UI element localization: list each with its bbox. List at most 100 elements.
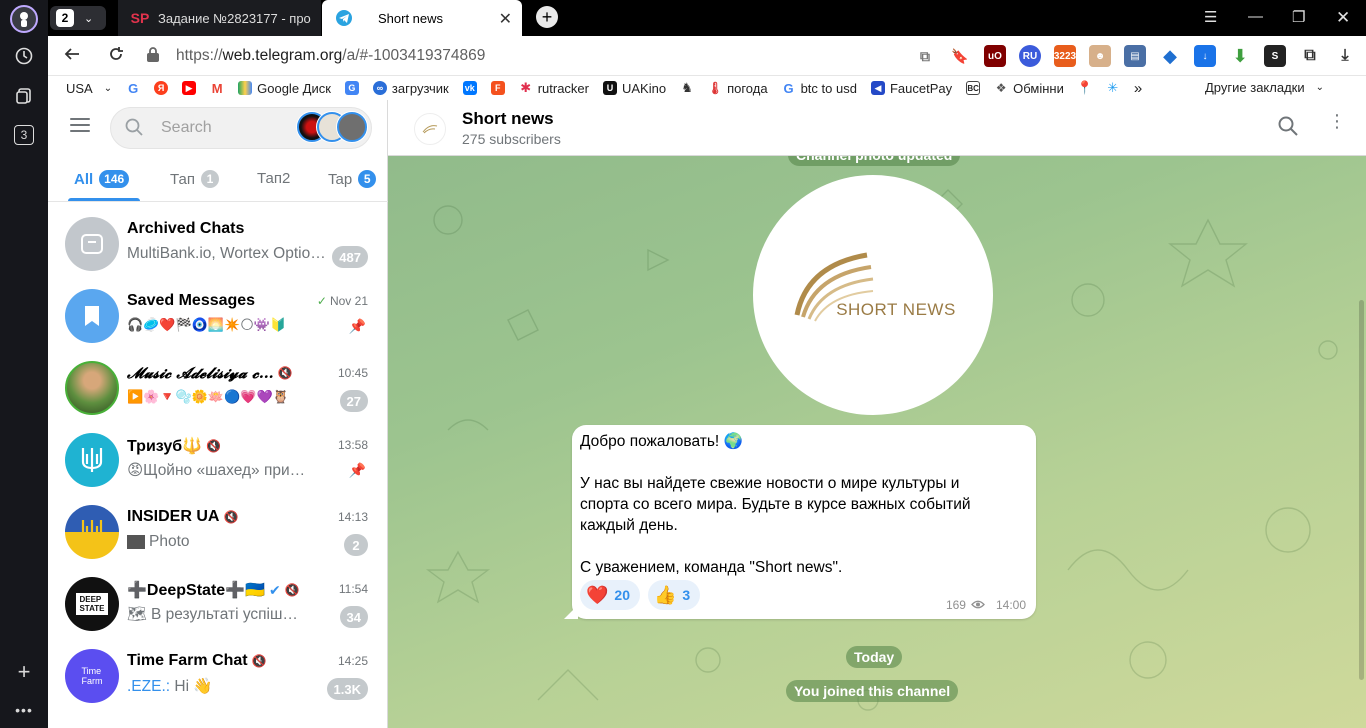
green-download-icon[interactable]: ⬇ xyxy=(1229,45,1251,67)
tab-zadanie[interactable]: SP Задание №2823177 - про xyxy=(118,0,322,36)
chat-preview: 🗺 В результаті успіш… xyxy=(127,606,298,623)
other-bookmarks[interactable]: Другие закладки ⌄ xyxy=(1205,80,1324,95)
bookmark-google[interactable]: G xyxy=(126,81,140,96)
copy-tab-icon[interactable]: ⧉ xyxy=(914,45,936,67)
menu-icon[interactable]: ☰ xyxy=(1204,8,1217,26)
channel-header[interactable]: Short news 275 subscribers ⋮ xyxy=(388,100,1366,156)
extension-diamond-icon[interactable]: ◆ xyxy=(1159,45,1181,67)
bookmark-gmail[interactable]: M xyxy=(210,81,224,96)
collections-icon[interactable] xyxy=(12,84,36,108)
post-meta: 169 14:00 xyxy=(946,598,1026,612)
bookmark-uakino[interactable]: U UAKino xyxy=(603,81,666,96)
url-field[interactable]: https://web.telegram.org/a/#-10034193748… xyxy=(176,47,485,65)
chat-title: Archived Chats xyxy=(127,220,244,238)
bookmark-usa[interactable]: USA ⌄ xyxy=(66,81,112,96)
channel-post[interactable]: Добро пожаловать! 🌍 У нас вы найдете све… xyxy=(572,425,1036,619)
download-icon[interactable]: ⤓ xyxy=(1334,45,1356,67)
short-news-logo-icon xyxy=(794,252,874,322)
folder-tab-tap2[interactable]: Тап2 xyxy=(257,170,290,187)
chat-item-tryzub[interactable]: Тризуб🔱 🔇 13:58 😡Щойно «шахед» при… 📌 xyxy=(48,424,388,496)
bookmark-downloader[interactable]: ∞ загрузчик xyxy=(372,81,449,96)
folder-tab-tap[interactable]: Тап 1 xyxy=(170,170,219,188)
new-tab-button[interactable]: + xyxy=(536,6,558,28)
folder-tab-tap-en[interactable]: Tap 5 xyxy=(328,170,377,188)
close-window-icon[interactable]: ✕ xyxy=(1336,8,1350,28)
bookmark-youtube[interactable]: ▶ xyxy=(182,81,197,95)
profile-icon[interactable] xyxy=(10,5,38,33)
extension-3223-icon[interactable]: 3223 xyxy=(1054,45,1076,67)
bookmark-faucetpay[interactable]: ◀ FaucetPay xyxy=(870,81,952,96)
bookmark-bc[interactable]: BC xyxy=(966,81,981,95)
chat-scrollbar[interactable] xyxy=(1359,300,1364,680)
chat-item-archived[interactable]: Archived Chats MultiBank.io, Wortex Opti… xyxy=(48,208,388,280)
bookmark-vk[interactable]: vk xyxy=(462,81,477,95)
download-extension-icon[interactable]: ↓ xyxy=(1194,45,1216,67)
bookmarks-more[interactable]: » xyxy=(1134,80,1142,97)
tab-short-news[interactable]: Short news ✕ xyxy=(322,0,522,36)
reaction-count: 3 xyxy=(682,587,691,603)
extensions-puzzle-icon[interactable]: ⧉ xyxy=(1299,45,1321,67)
thumbs-up-icon: 👍 xyxy=(654,584,677,605)
extension-server-icon[interactable]: ▤ xyxy=(1124,45,1146,67)
folder-label: Tap xyxy=(328,170,353,188)
search-icon[interactable] xyxy=(1278,116,1298,142)
chat-item-saved-messages[interactable]: Saved Messages ✓ Nov 21 🎧🥏❤️🏁🧿🌅✴️🌕👾🔰 📌 xyxy=(48,280,388,352)
muted-icon: 🔇 xyxy=(206,439,221,453)
bookmark-drive[interactable]: Google Диск xyxy=(238,81,331,96)
bookmark-translate[interactable]: G xyxy=(344,81,359,95)
close-tab-icon[interactable]: ✕ xyxy=(499,9,512,29)
bookmark-chess[interactable]: ♞ xyxy=(680,80,694,95)
bookmark-btc[interactable]: Gbtc to usd xyxy=(782,81,857,96)
sidebar-badge[interactable]: 3 xyxy=(14,125,34,145)
extension-s-icon[interactable]: S xyxy=(1264,45,1286,67)
service-message-joined: You joined this channel xyxy=(786,680,959,702)
hamburger-menu-icon[interactable] xyxy=(70,118,90,134)
search-field[interactable]: Search xyxy=(110,107,372,149)
bookmark-weather[interactable]: 🌡 погода xyxy=(707,81,767,96)
reaction-count: 20 xyxy=(614,587,630,603)
history-icon[interactable] xyxy=(12,44,36,68)
stories-strip[interactable] xyxy=(297,112,367,142)
folder-tabs: All 146 Тап 1 Тап2 Tap 5 xyxy=(48,156,388,202)
reaction-thumbs-up[interactable]: 👍 3 xyxy=(648,580,701,610)
ublock-icon[interactable]: uO xyxy=(984,45,1006,67)
vpn-icon[interactable]: RU xyxy=(1019,45,1041,67)
bookmark-star[interactable]: ✳ xyxy=(1106,80,1120,95)
add-panel-icon[interactable]: + xyxy=(12,659,36,684)
story-avatar[interactable] xyxy=(337,112,367,142)
chat-item-music[interactable]: 𝓜𝓾𝓼𝓲𝓬 𝓐𝓭𝓮𝓵𝓲𝓼𝓲𝔂𝓪 𝓬… 🔇 10:45 ▶️🌸🔻🫧🌼🪷🔵💗💜🦉 27 xyxy=(48,352,388,424)
chat-item-deepstate[interactable]: DEEP STATE ➕DeepState➕🇺🇦 ✔ 🔇 11:54 🗺 В резу… xyxy=(48,568,388,640)
uakino-icon: U xyxy=(603,81,617,95)
chat-preview: 😡Щойно «шахед» при… xyxy=(127,462,306,479)
tab-counter-button[interactable]: 2 ⌄ xyxy=(50,6,106,30)
back-icon[interactable] xyxy=(64,46,80,67)
extension-face-icon[interactable]: ☻ xyxy=(1089,45,1111,67)
unread-badge: 34 xyxy=(339,606,368,628)
bookmark-icon[interactable]: 🔖 xyxy=(949,45,971,67)
reaction-heart[interactable]: ❤️ 20 xyxy=(580,580,640,610)
chat-item-time-farm[interactable]: Time Farm Time Farm Chat 🔇 14:25 .EZE.: Hi… xyxy=(48,640,388,712)
tab-bar: 2 ⌄ SP Задание №2823177 - про Short news… xyxy=(48,0,1366,36)
bookmark-yandex[interactable]: Я xyxy=(154,81,169,95)
more-options-icon[interactable]: ⋮ xyxy=(1328,112,1346,130)
bookmark-rutracker[interactable]: ✱ rutracker xyxy=(519,80,589,96)
restore-icon[interactable]: ❐ xyxy=(1292,8,1305,26)
minimize-icon[interactable]: — xyxy=(1248,8,1263,25)
channel-photo[interactable]: SHORT NEWS xyxy=(753,175,993,415)
channel-avatar[interactable] xyxy=(414,113,446,145)
chevron-down-icon: ⌄ xyxy=(84,12,94,25)
bookmark-f[interactable]: F xyxy=(490,81,505,95)
bookmark-exchange[interactable]: ❖ Обмінни xyxy=(994,81,1064,96)
bookmark-label: btc to usd xyxy=(800,80,857,96)
chess-icon: ♞ xyxy=(681,80,693,95)
more-icon[interactable]: ••• xyxy=(12,698,36,722)
chat-time: 10:45 xyxy=(337,366,368,380)
reload-icon[interactable] xyxy=(108,46,124,67)
chat-preview: ▶️🌸🔻🫧🌼🪷🔵💗💜🦉 xyxy=(127,389,289,404)
folder-tab-all[interactable]: All 146 xyxy=(74,170,130,188)
bookmark-maps[interactable]: 📍 xyxy=(1077,80,1093,95)
bookmarks-bar: USA ⌄ G Я ▶ M Google Диск G ∞ загрузчик vk… xyxy=(48,76,1366,100)
chat-item-insider-ua[interactable]: INSIDER UA 🔇 14:13 Photo 2 xyxy=(48,496,388,568)
unread-badge: 27 xyxy=(339,390,368,412)
lock-icon[interactable] xyxy=(146,46,164,66)
